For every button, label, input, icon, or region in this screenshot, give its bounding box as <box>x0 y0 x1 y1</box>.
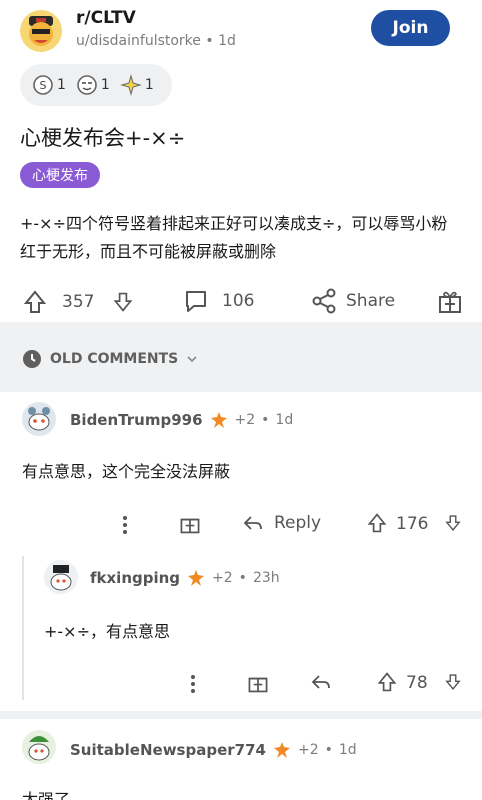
upvote-icon[interactable] <box>22 289 48 315</box>
post-title[interactable]: 心梗发布会+-×÷ <box>20 122 185 152</box>
share-icon <box>310 287 338 315</box>
svg-text:S: S <box>40 79 47 92</box>
post-author[interactable]: u/disdainfulstorke <box>76 33 201 49</box>
comment-username[interactable]: SuitableNewspaper774 <box>70 741 266 759</box>
reply-button[interactable]: Reply <box>242 512 321 534</box>
chevron-down-icon <box>186 353 198 365</box>
award-item: S 1 <box>32 74 66 96</box>
award-icon <box>272 740 292 760</box>
downvote-icon[interactable] <box>444 673 462 691</box>
silver-award-icon: S <box>32 74 54 96</box>
sort-label: OLD COMMENTS <box>50 351 179 367</box>
award-count: 1 <box>57 77 66 93</box>
comment-icon <box>182 287 210 315</box>
comment-count: 106 <box>222 291 255 311</box>
comment-age: 23h <box>252 570 280 586</box>
post-action-bar: 357 106 Share <box>0 280 482 322</box>
comment-age: 1d <box>338 742 357 758</box>
awards-bar[interactable]: S 1 1 1 <box>20 64 172 106</box>
meta-dot: • <box>324 742 333 758</box>
comment-text: +-×÷，有点意思 <box>44 622 170 641</box>
award-button[interactable] <box>436 287 464 315</box>
gift-icon <box>436 287 464 315</box>
comment-header: BidenTrump996 +2 • 1d <box>70 410 293 430</box>
comment-score: +2 <box>212 570 233 586</box>
join-button[interactable]: Join <box>371 10 450 46</box>
comment-username[interactable]: fkxingping <box>90 569 180 587</box>
comment-text: 太强了 <box>22 790 71 800</box>
commenter-avatar[interactable] <box>22 730 56 764</box>
commenter-avatar[interactable] <box>44 560 78 594</box>
downvote-icon[interactable] <box>112 291 134 313</box>
clock-icon <box>22 349 42 369</box>
downvote-icon[interactable] <box>444 514 462 532</box>
post-flair[interactable]: 心梗发布 <box>20 162 100 188</box>
comment-action-bar: Reply 176 <box>0 510 482 540</box>
more-options-icon[interactable] <box>118 512 132 538</box>
gift-icon[interactable] <box>178 511 202 535</box>
reply-arrow-icon <box>242 512 264 534</box>
award-item: 1 <box>76 74 110 96</box>
comment-header: SuitableNewspaper774 +2 • 1d <box>70 740 357 760</box>
share-label: Share <box>346 291 396 311</box>
award-icon <box>186 568 206 588</box>
vote-count: 357 <box>62 292 95 312</box>
comment-score: +2 <box>297 742 319 758</box>
comment-header: fkxingping +2 • 23h <box>90 568 280 588</box>
upvote-icon[interactable] <box>366 512 388 534</box>
upvote-icon[interactable] <box>376 671 398 693</box>
award-count: 1 <box>144 77 154 93</box>
comments-button[interactable]: 106 <box>182 287 254 315</box>
meta-dot: • <box>238 570 247 586</box>
commenter-avatar[interactable] <box>22 402 56 436</box>
comment-age: 1d <box>275 412 294 428</box>
subreddit-avatar[interactable] <box>20 10 62 52</box>
vote-group: 357 <box>22 289 134 315</box>
reply-arrow-icon[interactable] <box>310 671 332 693</box>
award-item: 1 <box>120 74 154 96</box>
more-options-icon[interactable] <box>186 671 200 697</box>
award-count: 1 <box>100 77 110 93</box>
share-button[interactable]: Share <box>310 287 395 315</box>
sparkle-award-icon <box>120 74 142 96</box>
comment-text: 有点意思，这个完全没法屏蔽 <box>22 462 231 481</box>
sort-dropdown[interactable]: OLD COMMENTS <box>22 349 198 369</box>
subreddit-name[interactable]: r/CLTV <box>76 8 136 28</box>
post-body: +-×÷四个符号竖着排起来正好可以凑成支÷，可以辱骂小粉红于无形，而且不可能被屏… <box>20 214 448 261</box>
gift-icon[interactable] <box>246 670 270 694</box>
reply-label: Reply <box>274 513 322 533</box>
comment-action-bar: 78 <box>0 669 482 699</box>
comment-votes: 78 <box>406 673 428 693</box>
post-age: 1d <box>218 33 236 49</box>
meta-dot: • <box>261 412 270 428</box>
comment-username[interactable]: BidenTrump996 <box>70 411 203 429</box>
post-author-line: u/disdainfulstorke • 1d <box>76 33 236 49</box>
comment-separator <box>0 711 482 719</box>
award-icon <box>209 410 229 430</box>
face-award-icon <box>76 74 98 96</box>
comment-votes: 176 <box>396 514 429 534</box>
comment-score: +2 <box>234 412 256 428</box>
